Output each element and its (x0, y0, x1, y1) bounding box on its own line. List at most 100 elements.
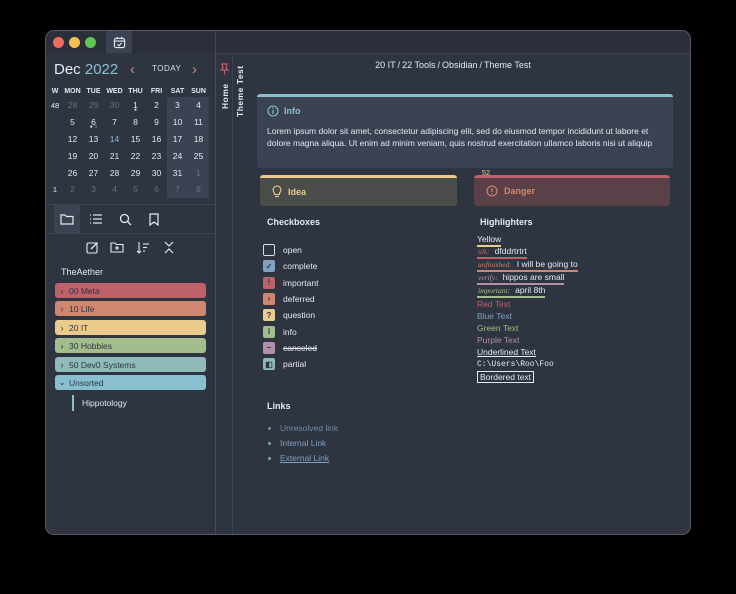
calendar-day[interactable]: 10 (167, 113, 188, 131)
calendar-day[interactable]: 6 ● ○ (83, 114, 104, 131)
file-hippotology[interactable]: Hippotology (72, 395, 202, 411)
idea-callout[interactable]: Idea (260, 175, 457, 206)
vault-name[interactable]: TheAether (61, 267, 103, 277)
note-dot-icon: ● (133, 106, 138, 113)
checkbox[interactable]: ? (263, 309, 275, 322)
sort-button[interactable] (134, 238, 152, 256)
calendar-day[interactable]: 31 (167, 164, 188, 181)
highlight-pill: unfinished: I will be going to (477, 259, 578, 272)
calendar-day[interactable]: 1 (188, 164, 209, 181)
folder-10-life[interactable]: › 10 Life (55, 301, 206, 316)
pill-text: hippos are small (502, 272, 565, 282)
tab-theme-test[interactable]: Theme Test (235, 65, 245, 117)
calendar-day[interactable]: 5 (125, 181, 146, 198)
calendar-day[interactable]: 9 (146, 114, 167, 131)
new-note-button[interactable] (83, 238, 101, 256)
calendar-day[interactable]: 29 (83, 97, 104, 114)
folder-30-hobbies[interactable]: › 30 Hobbies (55, 338, 206, 353)
checkbox[interactable]: ◧ (263, 358, 275, 371)
calendar-day[interactable]: 8 (125, 114, 146, 131)
calendar-day[interactable]: 7 (104, 114, 125, 131)
new-folder-button[interactable] (108, 238, 126, 256)
calendar-day[interactable]: 11 (188, 113, 209, 131)
tab-search[interactable] (112, 205, 138, 233)
calendar-day[interactable]: 3 (83, 181, 104, 198)
calendar-day[interactable]: 23 (146, 147, 167, 164)
calendar-day[interactable]: 16 (146, 131, 167, 148)
calendar-day[interactable]: 29 (125, 164, 146, 181)
minimize-window-button[interactable] (69, 37, 80, 48)
tab-home[interactable]: Home (220, 83, 230, 109)
calendar-header: Dec 2022 ‹ TODAY › (54, 61, 209, 81)
calendar-day[interactable]: 15 (125, 131, 146, 148)
zoom-window-button[interactable] (85, 37, 96, 48)
calendar-day[interactable]: 1 ● (125, 97, 146, 114)
calendar-tab[interactable] (106, 31, 132, 53)
folder-unsorted[interactable]: ⌄ Unsorted (55, 375, 206, 390)
checkbox[interactable]: – (263, 341, 275, 354)
calendar-day[interactable]: 24 (167, 147, 188, 165)
calendar-day[interactable]: 30 (146, 164, 167, 181)
tab-bookmarks[interactable] (141, 205, 167, 233)
calendar-day[interactable]: 22 (125, 147, 146, 164)
close-window-button[interactable] (53, 37, 64, 48)
highlight-pill: verify: hippos are small (477, 272, 565, 285)
checkbox[interactable]: ✓ (263, 260, 275, 273)
calendar-day[interactable]: 7 (167, 180, 188, 198)
calendar-day[interactable]: 18 (188, 130, 209, 148)
calendar-day[interactable]: 2 (146, 97, 167, 114)
calendar-day[interactable]: 12 (62, 131, 83, 148)
calendar-day[interactable]: 28 (62, 97, 83, 114)
checkbox-label: open (283, 245, 302, 255)
breadcrumb-item[interactable]: 22 Tools (402, 60, 435, 70)
checkbox[interactable]: ! (263, 276, 275, 289)
unresolved-link[interactable]: Unresolved link (280, 423, 338, 433)
checkbox[interactable] (263, 244, 275, 256)
tab-outline[interactable] (83, 205, 109, 233)
calendar-day[interactable]: 4 (104, 181, 125, 198)
calendar-day[interactable]: 4 (188, 97, 209, 114)
checkbox-item: ! important (263, 276, 318, 289)
checkbox[interactable]: › (263, 292, 275, 305)
calendar-day[interactable]: 8 (188, 180, 209, 198)
chevron-right-icon: › (60, 303, 64, 314)
chevron-right-icon: › (60, 340, 64, 351)
calendar-day[interactable]: 28 (104, 164, 125, 181)
folder-00-meta[interactable]: › 00 Meta (55, 283, 206, 298)
week-number[interactable]: 48 (48, 97, 62, 114)
calendar-day[interactable]: 19 (62, 147, 83, 164)
weekday-header: THU (128, 88, 143, 95)
calendar-day[interactable]: 13 (83, 131, 104, 148)
weekday-header: FRI (150, 88, 163, 95)
calendar-day[interactable]: 6 (146, 181, 167, 198)
previous-month-icon[interactable]: ‹ (130, 61, 135, 78)
folder-20-it[interactable]: › 20 IT (55, 320, 206, 335)
checkbox[interactable]: i (263, 325, 275, 338)
calendar-day[interactable]: 3 (167, 97, 188, 114)
calendar-day[interactable]: 30 (104, 97, 125, 114)
breadcrumb-item[interactable]: 20 IT (375, 60, 396, 70)
file-explorer-actions (46, 235, 215, 259)
danger-callout[interactable]: Danger (474, 175, 670, 206)
calendar-day[interactable]: 21 (104, 147, 125, 164)
calendar-day[interactable]: 2 (62, 181, 83, 198)
calendar-day[interactable]: 25 (188, 147, 209, 165)
week-number[interactable]: 1 (48, 181, 62, 198)
calendar-day-today[interactable]: 14 (104, 131, 125, 148)
next-month-icon[interactable]: › (192, 61, 197, 78)
calendar-day[interactable]: 27 (83, 164, 104, 181)
internal-link[interactable]: Internal Link (280, 438, 338, 448)
breadcrumb-item[interactable]: Theme Test (484, 60, 531, 70)
breadcrumb-item[interactable]: Obsidian (442, 60, 478, 70)
tab-file-explorer[interactable] (54, 205, 80, 233)
external-link[interactable]: External Link (280, 453, 338, 463)
calendar-day[interactable]: 5 (62, 114, 83, 131)
today-button[interactable]: TODAY (152, 64, 181, 73)
calendar-day[interactable]: 20 (83, 147, 104, 164)
calendar-day[interactable]: 26 (62, 164, 83, 181)
collapse-all-button[interactable] (160, 238, 178, 256)
calendar-day[interactable]: 17 (167, 130, 188, 148)
sidebar-tab-bar (46, 204, 215, 234)
pill-tag: idk: (478, 247, 490, 256)
folder-50-dev0-systems[interactable]: › 50 Dev0 Systems (55, 357, 206, 372)
